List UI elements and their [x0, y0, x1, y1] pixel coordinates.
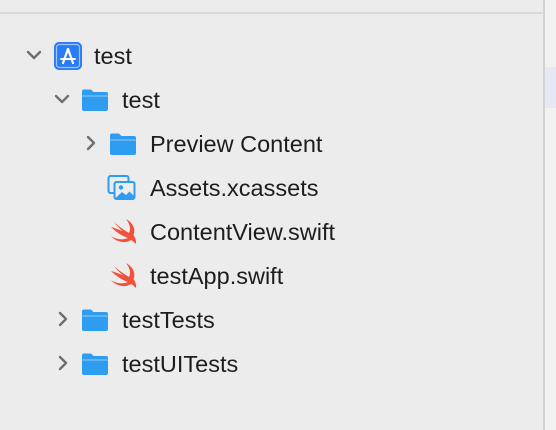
navigator-item-label: Assets.xcassets: [150, 175, 319, 201]
navigator-row-preview-content[interactable]: Preview Content: [0, 122, 543, 166]
chevron-right-icon[interactable]: [80, 132, 102, 154]
navigator-item-label: testApp.swift: [150, 263, 284, 289]
navigator-row-contentview-swift[interactable]: ContentView.swift: [0, 210, 543, 254]
project-navigator: test test Preview Content Assets.xcasset…: [0, 14, 543, 430]
navigator-item-label: Preview Content: [150, 131, 323, 157]
editor-current-line-highlight: [545, 67, 556, 108]
navigator-row-assets[interactable]: Assets.xcassets: [0, 166, 543, 210]
chevron-right-icon[interactable]: [52, 352, 74, 374]
asset-catalog-icon: [107, 175, 136, 200]
navigator-row-testapp-swift[interactable]: testApp.swift: [0, 254, 543, 298]
swift-icon: [111, 263, 137, 288]
navigator-item-label: testTests: [122, 307, 215, 333]
navigator-item-label: test: [122, 87, 160, 113]
navigator-item-label: test: [94, 43, 132, 69]
navigator-item-label: ContentView.swift: [150, 219, 336, 245]
navigator-row-testtests[interactable]: testTests: [0, 298, 543, 342]
navigator-row-testuitests[interactable]: testUITests: [0, 342, 543, 386]
chevron-down-icon[interactable]: [23, 44, 45, 66]
folder-icon: [110, 133, 136, 155]
editor-area: [545, 0, 556, 430]
navigator-row-group-test[interactable]: test: [0, 78, 543, 122]
folder-icon: [82, 89, 108, 111]
swift-icon: [111, 219, 137, 244]
navigator-item-label: testUITests: [122, 351, 239, 377]
folder-icon: [82, 353, 108, 375]
xcode-project-icon: [54, 42, 82, 70]
navigator-row-project-test[interactable]: test: [0, 34, 543, 78]
chevron-down-icon[interactable]: [51, 88, 73, 110]
folder-icon: [82, 309, 108, 331]
chevron-right-icon[interactable]: [52, 308, 74, 330]
